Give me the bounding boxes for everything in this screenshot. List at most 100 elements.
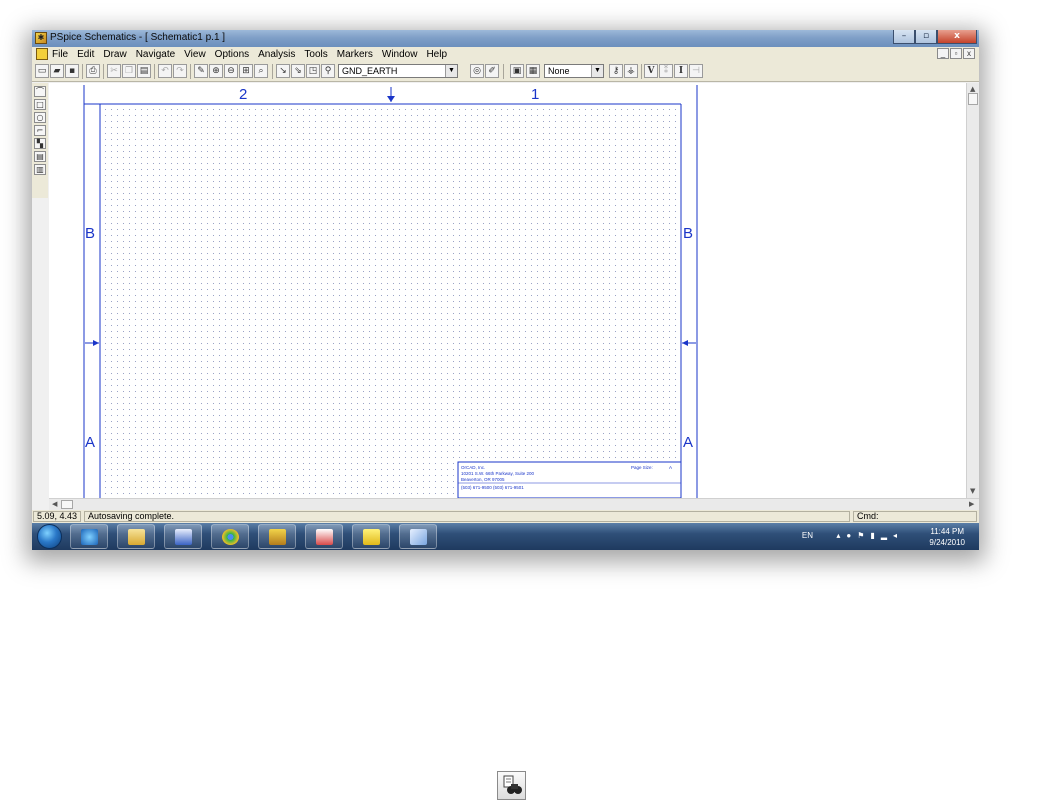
marker-combo[interactable]: None ▼ xyxy=(544,64,604,78)
horizontal-scroll-thumb[interactable] xyxy=(61,500,73,509)
mdi-close-button[interactable]: x xyxy=(963,48,975,59)
paste-icon[interactable]: ▤ xyxy=(137,64,151,78)
close-button[interactable]: x xyxy=(937,30,977,44)
simulate-icon[interactable]: ▦ xyxy=(526,64,540,78)
get-new-part-icon-enlarged xyxy=(497,771,526,800)
new-file-icon[interactable]: ▭ xyxy=(35,64,49,78)
horizontal-scrollbar[interactable]: ◀ ▶ xyxy=(49,498,979,510)
current-marker-button[interactable]: I xyxy=(674,64,688,78)
insert-plot-icon[interactable]: ▥ xyxy=(34,164,46,175)
schematic-icon xyxy=(316,529,333,545)
caption-buttons: – ▫ x xyxy=(893,30,977,45)
vertical-scroll-thumb[interactable] xyxy=(968,93,978,105)
open-folder-icon[interactable]: ▰ xyxy=(50,64,64,78)
text-box-icon[interactable]: ▤ xyxy=(34,151,46,162)
vertical-scrollbar[interactable]: ▲ ▼ xyxy=(966,83,979,498)
schematic-canvas[interactable]: 2 1 B B A A OrCAD, Inc. 10201 S.W. 66th … xyxy=(49,83,966,498)
menu-draw[interactable]: Draw xyxy=(103,49,126,60)
taskbar-pspice[interactable] xyxy=(258,524,296,549)
chevron-down-icon[interactable]: ▼ xyxy=(591,65,603,77)
get-new-part-icon[interactable]: ⚲ xyxy=(321,64,335,78)
menu-window[interactable]: Window xyxy=(382,49,418,60)
scroll-up-icon[interactable]: ▲ xyxy=(970,85,975,93)
title-bar[interactable]: ✱ PSpice Schematics - [ Schematic1 p.1 ]… xyxy=(32,30,979,47)
voltage-marker-button[interactable]: V xyxy=(644,64,658,78)
draw-bus-icon[interactable]: ⇘ xyxy=(291,64,305,78)
draw-arc-icon[interactable]: ⌒ xyxy=(34,86,46,97)
scroll-down-icon[interactable]: ▼ xyxy=(970,487,975,495)
menu-items: File Edit Draw Navigate View Options Ana… xyxy=(52,49,447,60)
mdi-restore-button[interactable]: ▫ xyxy=(950,48,962,59)
cut-icon[interactable]: ✂ xyxy=(107,64,121,78)
probe-icon[interactable]: ⚷ xyxy=(609,64,623,78)
edit-attributes-icon[interactable]: ◎ xyxy=(470,64,484,78)
zone-label-a-left: A xyxy=(85,434,95,451)
copy-icon[interactable]: ❐ xyxy=(122,64,136,78)
menu-file[interactable]: File xyxy=(52,49,68,60)
status-message: Autosaving complete. xyxy=(84,511,850,522)
chevron-down-icon[interactable]: ▼ xyxy=(445,65,457,77)
sticky-note-icon xyxy=(363,529,380,545)
menu-view[interactable]: View xyxy=(184,49,206,60)
scroll-right-icon[interactable]: ▶ xyxy=(969,500,974,508)
taskbar-word[interactable] xyxy=(164,524,202,549)
insert-picture-icon[interactable]: ▚ xyxy=(34,138,46,149)
menu-edit[interactable]: Edit xyxy=(77,49,94,60)
draw-block-icon[interactable]: ◳ xyxy=(306,64,320,78)
arrow-left-icon xyxy=(682,340,688,346)
scroll-left-icon[interactable]: ◀ xyxy=(52,500,57,508)
start-button[interactable] xyxy=(37,524,62,549)
marker-combo-value: None xyxy=(548,66,570,76)
taskbar-paint[interactable] xyxy=(399,524,437,549)
menu-tools[interactable]: Tools xyxy=(304,49,327,60)
title-block-address2: Beaverton, OR 97005 xyxy=(461,477,505,482)
maximize-button[interactable]: ▫ xyxy=(915,30,937,44)
word-icon xyxy=(175,529,192,545)
clock-date: 9/24/2010 xyxy=(929,538,965,547)
save-icon[interactable]: ▪ xyxy=(65,64,79,78)
toolbar-separator xyxy=(190,64,191,79)
zone-label-b-left: B xyxy=(85,225,95,242)
draw-wire-icon[interactable]: ↘ xyxy=(276,64,290,78)
menu-navigate[interactable]: Navigate xyxy=(136,49,175,60)
draw-polyline-icon[interactable]: ⌐ xyxy=(34,125,46,136)
clock[interactable]: 11:44 PM 9/24/2010 xyxy=(929,526,965,548)
menu-markers[interactable]: Markers xyxy=(337,49,373,60)
tray-icons[interactable]: ▴●⚑▮▂◂ xyxy=(836,531,903,540)
undo-icon[interactable]: ↶ xyxy=(158,64,172,78)
zone-label-1: 1 xyxy=(531,86,539,103)
print-icon[interactable]: ⎙ xyxy=(86,64,100,78)
taskbar-internet-explorer[interactable] xyxy=(70,524,108,549)
voltage-differential-icon[interactable]: ⁑ xyxy=(659,64,673,78)
schematic-sheet[interactable]: 2 1 B B A A OrCAD, Inc. 10201 S.W. 66th … xyxy=(49,83,966,498)
redo-icon[interactable]: ↷ xyxy=(173,64,187,78)
taskbar-chrome[interactable] xyxy=(211,524,249,549)
taskbar-explorer[interactable] xyxy=(117,524,155,549)
ground-part-combo[interactable]: GND_EARTH ▼ xyxy=(338,64,458,78)
draw-circle-icon[interactable]: ○ xyxy=(34,112,46,123)
current-into-pin-icon[interactable]: ⊣ xyxy=(689,64,703,78)
edit-symbol-icon[interactable]: ✐ xyxy=(485,64,499,78)
app-icon[interactable]: ✱ xyxy=(35,32,47,44)
minimize-button[interactable]: – xyxy=(893,30,915,44)
paint-icon xyxy=(410,529,427,545)
setup-analysis-icon[interactable]: ▣ xyxy=(510,64,524,78)
clock-time: 11:44 PM xyxy=(930,527,965,536)
zoom-fit-icon[interactable]: ⌕ xyxy=(254,64,268,78)
redraw-icon[interactable]: ✎ xyxy=(194,64,208,78)
zoom-in-icon[interactable]: ⊕ xyxy=(209,64,223,78)
document-icon[interactable] xyxy=(36,48,48,60)
language-indicator[interactable]: EN xyxy=(802,531,813,540)
enable-bias-display-icon[interactable]: ⚶ xyxy=(624,64,638,78)
menu-analysis[interactable]: Analysis xyxy=(258,49,295,60)
zoom-out-icon[interactable]: ⊖ xyxy=(224,64,238,78)
taskbar-schematics[interactable] xyxy=(305,524,343,549)
mdi-minimize-button[interactable]: _ xyxy=(937,48,949,59)
draw-box-icon[interactable]: □ xyxy=(34,99,46,110)
menu-help[interactable]: Help xyxy=(426,49,447,60)
zoom-area-icon[interactable]: ⊞ xyxy=(239,64,253,78)
command-label[interactable]: Cmd: xyxy=(853,511,977,522)
menu-options[interactable]: Options xyxy=(215,49,249,60)
mdi-buttons: _ ▫ x xyxy=(937,48,975,59)
taskbar-notes[interactable] xyxy=(352,524,390,549)
